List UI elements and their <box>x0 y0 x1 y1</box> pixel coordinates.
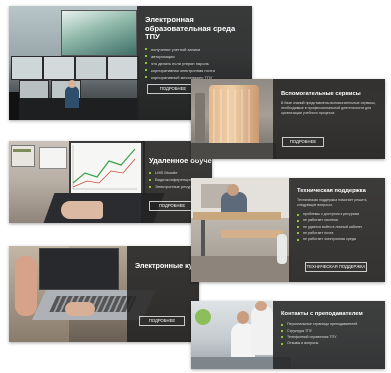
card-title: Вспомогательные сервисы <box>281 91 361 97</box>
card-overlay: Техническая поддержка Техническая поддер… <box>289 178 385 282</box>
tech-support-button[interactable]: ТЕХНИЧЕСКАЯ ПОДДЕРЖКА <box>305 262 367 272</box>
list-item: что делать если утерян пароль <box>145 60 245 67</box>
details-button[interactable]: ПОДРОБНЕЕ <box>149 201 195 211</box>
card-auxiliary-services: Вспомогательные сервисы В базе знаний пр… <box>191 79 385 159</box>
card-title: Электронные курсы <box>135 261 199 270</box>
details-button[interactable]: ПОДРОБНЕЕ <box>282 137 324 147</box>
card-title: Контакты с преподавателем <box>281 311 363 317</box>
feature-list: проблемы с доступом к ресурсам не работа… <box>297 211 378 242</box>
card-title: Техническая поддержка <box>297 188 366 194</box>
list-item: корпоративная электронная почта <box>145 67 245 74</box>
card-remote-learning: Удаленное обучение LMS Moodle Видеоконфе… <box>9 141 212 223</box>
list-item: авторизация <box>145 53 245 60</box>
list-item: получение учетной записи <box>145 46 245 53</box>
list-item: LMS Moodle <box>149 169 205 176</box>
card-description: В базе знаний представлены вспомогательн… <box>281 101 376 116</box>
card-electronic-courses: Электронные курсы ПОДРОБНЕЕ <box>9 246 199 342</box>
list-item[interactable]: Отзывы и вопросы <box>281 340 378 346</box>
card-teacher-contacts: Контакты с преподавателем Персональные с… <box>191 301 385 369</box>
list-item: не работает электронная среда <box>297 236 378 242</box>
graph-on-screen-icon <box>72 145 137 190</box>
card-overlay: Контакты с преподавателем Персональные с… <box>273 301 385 369</box>
card-technical-support: Техническая поддержка Техническая поддер… <box>191 178 385 282</box>
card-title: Электронная образовательная среда ТПУ <box>145 15 236 41</box>
card-overlay: Электронные курсы ПОДРОБНЕЕ <box>127 246 199 342</box>
card-overlay: Вспомогательные сервисы В базе знаний пр… <box>273 79 385 159</box>
feature-list: Персональные страницы преподавателей Стр… <box>281 321 378 346</box>
feature-list: получение учетной записи авторизация что… <box>145 46 245 81</box>
card-description: Техническая поддержка помогает решить сл… <box>297 198 367 208</box>
details-button[interactable]: ПОДРОБНЕЕ <box>139 316 185 326</box>
